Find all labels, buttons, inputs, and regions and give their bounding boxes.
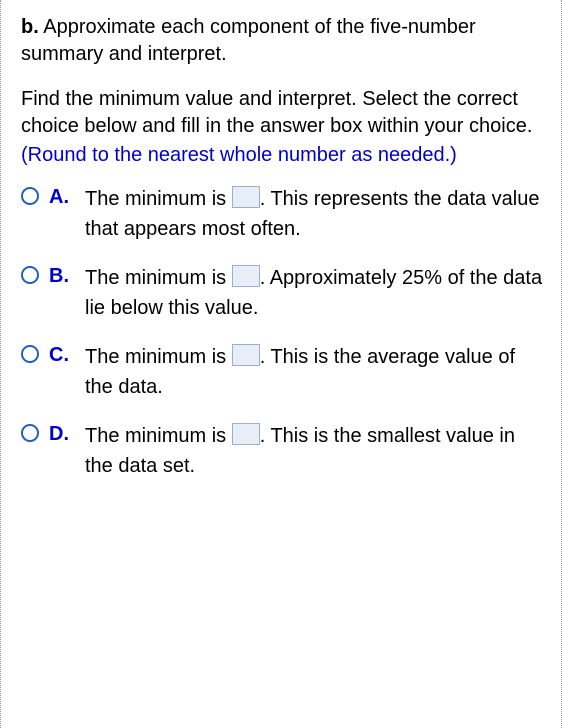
choice-d: D. The minimum is . This is the smallest… [21,420,543,481]
radio-b[interactable] [21,266,39,284]
choice-d-pre: The minimum is [85,425,232,447]
answer-input-a[interactable] [232,186,260,208]
choice-b-pre: The minimum is [85,267,232,289]
choice-label-a: A. [49,183,75,211]
choice-text-b: The minimum is . Approximately 25% of th… [85,262,543,323]
choice-label-c: C. [49,341,75,369]
choice-label-b: B. [49,262,75,290]
answer-input-c[interactable] [232,344,260,366]
part-label: b. [21,16,39,38]
choice-text-a: The minimum is . This represents the dat… [85,183,543,244]
question-find: Find the minimum value and interpret. Se… [21,86,543,140]
choice-label-d: D. [49,420,75,448]
choice-b: B. The minimum is . Approximately 25% of… [21,262,543,323]
choice-a-pre: The minimum is [85,188,232,210]
choice-c: C. The minimum is . This is the average … [21,341,543,402]
choice-text-d: The minimum is . This is the smallest va… [85,420,543,481]
question-part-b: b. Approximate each component of the fiv… [21,14,543,68]
choices-group: A. The minimum is . This represents the … [21,183,543,481]
round-note: (Round to the nearest whole number as ne… [21,142,543,169]
radio-a[interactable] [21,187,39,205]
choice-a: A. The minimum is . This represents the … [21,183,543,244]
choice-text-c: The minimum is . This is the average val… [85,341,543,402]
radio-c[interactable] [21,345,39,363]
intro-text: Approximate each component of the five-n… [21,16,476,65]
answer-input-d[interactable] [232,423,260,445]
radio-d[interactable] [21,424,39,442]
answer-input-b[interactable] [232,265,260,287]
choice-c-pre: The minimum is [85,346,232,368]
